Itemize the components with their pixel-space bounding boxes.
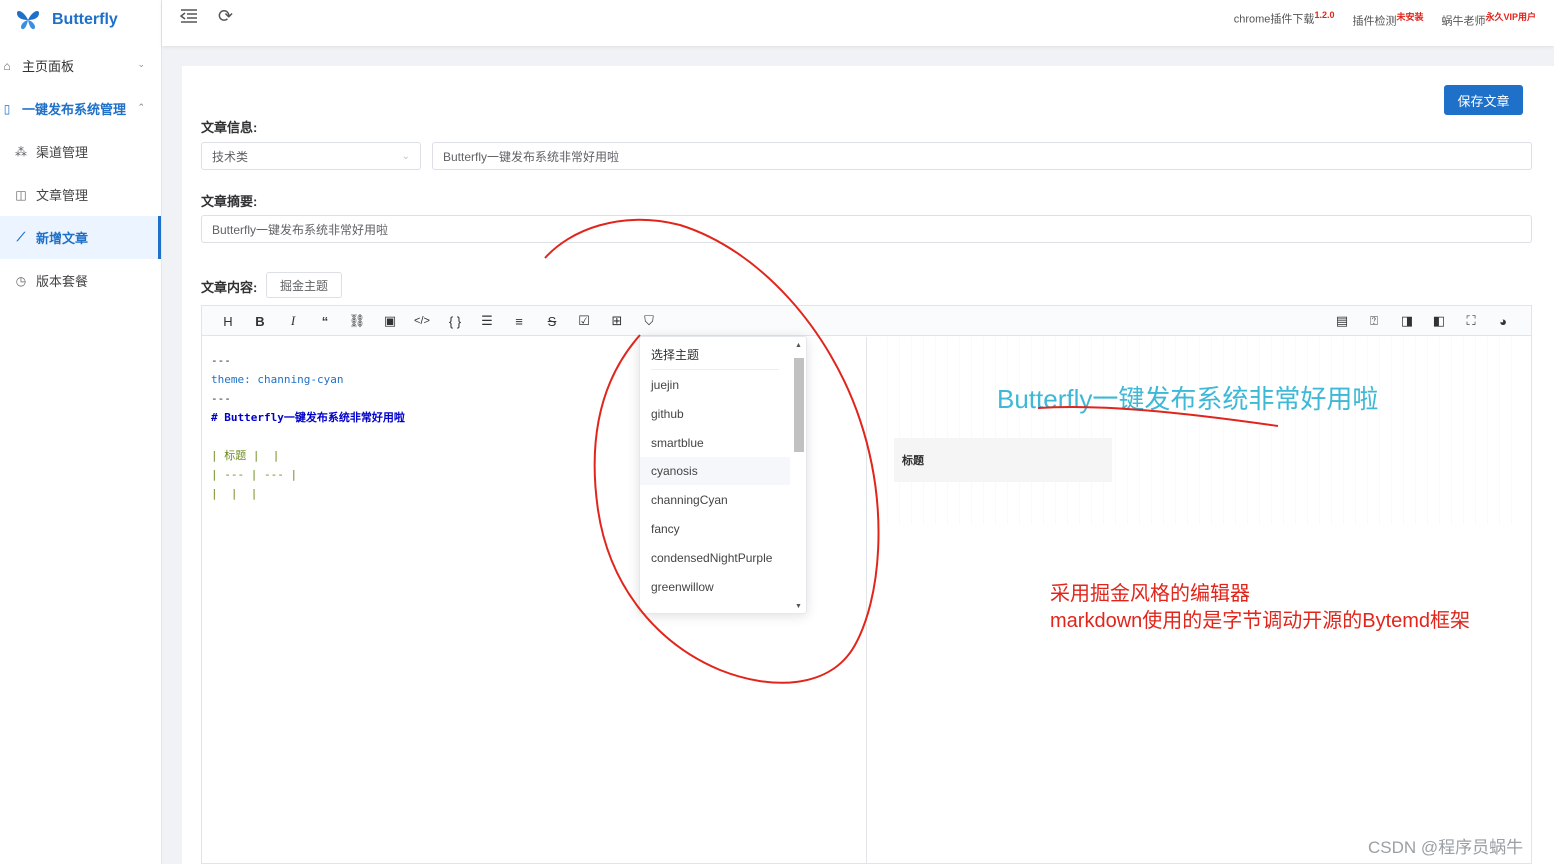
theme-option[interactable]: cyanosis [640, 457, 790, 485]
sidebar: Butterfly ⌂ 主页面板 ⌄ ▯ 一键发布系统管理 ⌃ ⁂ 渠道管理 ◫… [0, 0, 162, 864]
italic-icon[interactable]: I [284, 312, 302, 330]
chevron-up-icon: ⌃ [137, 102, 145, 112]
chrome-plugin-download-link[interactable]: chrome插件下载1.2.0 [1234, 10, 1335, 29]
preview-only-icon[interactable]: ◨ [1398, 312, 1416, 330]
butterfly-logo-icon [17, 11, 39, 30]
toc-icon[interactable]: ◧ [1430, 312, 1448, 330]
bold-icon[interactable]: B [251, 312, 269, 330]
preview-table: 标题 [894, 438, 1112, 482]
watermark: CSDN @程序员蜗牛 [1368, 838, 1524, 857]
link-icon[interactable]: ⛓ [348, 312, 366, 330]
image-icon[interactable]: ▣ [381, 312, 399, 330]
markdown-editor: H B I “ ⛓ ▣ </> { } ☰ ≡ S ☑ ⊞ ⛉ ▤ ⍰ ◨ ◧ … [201, 305, 1532, 864]
sidebar-item-publish-system[interactable]: ▯ 一键发布系统管理 ⌃ [0, 87, 161, 130]
fullscreen-icon[interactable]: ⛶ [1462, 312, 1480, 330]
table-icon[interactable]: ⊞ [608, 312, 626, 330]
chevron-down-icon: ⌄ [401, 151, 410, 162]
preview-table-header: 标题 [902, 455, 924, 467]
clock-icon: ◷ [15, 273, 27, 288]
chart-line-icon: ⟋ [16, 230, 26, 244]
heading-icon[interactable]: H [219, 312, 237, 330]
code-icon[interactable]: </> [413, 312, 431, 330]
user-menu[interactable]: 蜗牛老师永久VIP用户 [1441, 10, 1536, 29]
theme-option[interactable]: github [640, 400, 790, 428]
article-content-label: 文章内容: [201, 280, 258, 295]
annotation-text: 采用掘金风格的编辑器 [1050, 583, 1250, 605]
sidebar-item-new-article[interactable]: ⟋ 新增文章 [0, 216, 161, 259]
sidebar-item-plans[interactable]: ◷ 版本套餐 [0, 259, 161, 302]
ordered-list-icon[interactable]: ≡ [510, 312, 528, 330]
theme-option[interactable]: smartblue [640, 429, 790, 457]
app-name: Butterfly [52, 11, 118, 28]
theme-option[interactable]: fancy [640, 515, 790, 543]
sidebar-item-label: 新增文章 [36, 231, 89, 246]
theme-select-dropdown: 选择主题 juejin github smartblue cyanosis ch… [639, 336, 807, 614]
book-icon: ◫ [15, 187, 27, 202]
plugin-check-link[interactable]: 插件检测未安装 [1352, 10, 1423, 29]
editor-toolbar: H B I “ ⛓ ▣ </> { } ☰ ≡ S ☑ ⊞ ⛉ ▤ ⍰ ◨ ◧ … [202, 306, 1531, 336]
theme-shirt-icon[interactable]: ⛉ [640, 312, 658, 330]
sidebar-item-label: 主页面板 [22, 59, 75, 74]
dropdown-scrollbar[interactable]: ▲ ▼ [792, 342, 805, 610]
sidebar-item-label: 版本套餐 [36, 274, 89, 289]
category-select[interactable]: 技术类 ⌄ [201, 142, 421, 170]
article-summary-label: 文章摘要: [201, 194, 258, 209]
quote-icon[interactable]: “ [316, 312, 334, 330]
save-article-button[interactable]: 保存文章 [1444, 85, 1523, 115]
sidebar-item-label: 渠道管理 [36, 145, 89, 160]
annotation-text: markdown使用的是字节调动开源的Bytemd框架 [1050, 610, 1471, 632]
dropdown-header: 选择主题 [651, 346, 779, 370]
sidebar-item-label: 一键发布系统管理 [22, 102, 127, 117]
code-block-icon[interactable]: { } [446, 312, 464, 330]
theme-option[interactable]: juejin [640, 371, 790, 399]
sidebar-item-articles[interactable]: ◫ 文章管理 [0, 173, 161, 216]
scroll-down-icon[interactable]: ▼ [795, 603, 802, 610]
strikethrough-icon[interactable]: S [543, 312, 561, 330]
sidebar-item-channels[interactable]: ⁂ 渠道管理 [0, 130, 161, 173]
logo[interactable]: Butterfly [0, 0, 161, 40]
theme-option[interactable]: channingCyan [640, 486, 790, 514]
unordered-list-icon[interactable]: ☰ [478, 312, 496, 330]
theme-option[interactable]: condensedNightPurple [640, 544, 790, 572]
scrollbar-thumb[interactable] [794, 358, 804, 452]
article-info-label: 文章信息: [201, 120, 258, 135]
article-form-card: 保存文章 文章信息: 技术类 ⌄ Butterfly一键发布系统非常好用啦 文章… [182, 66, 1554, 864]
theme-option[interactable]: greenwillow [640, 573, 790, 601]
github-icon[interactable]: ◕ [1494, 312, 1512, 330]
share-icon: ⁂ [15, 144, 27, 159]
folder-icon: ▯ [3, 101, 11, 116]
preview-heading: Butterfly一键发布系统非常好用啦 [997, 384, 1379, 414]
chevron-down-icon: ⌄ [137, 59, 145, 69]
help-icon[interactable]: ⍰ [1365, 312, 1383, 330]
collapse-menu-icon[interactable] [179, 8, 202, 28]
home-icon: ⌂ [3, 58, 11, 73]
article-summary-input[interactable]: Butterfly一键发布系统非常好用啦 [201, 215, 1532, 243]
write-only-icon[interactable]: ▤ [1333, 312, 1351, 330]
sidebar-item-dashboard[interactable]: ⌂ 主页面板 ⌄ [0, 44, 161, 87]
sidebar-item-label: 文章管理 [36, 188, 89, 203]
article-title-input[interactable]: Butterfly一键发布系统非常好用啦 [432, 142, 1532, 170]
juejin-theme-button[interactable]: 掘金主题 [266, 272, 343, 298]
task-list-icon[interactable]: ☑ [575, 312, 593, 330]
preview-theme-background [876, 337, 1521, 525]
scroll-up-icon[interactable]: ▲ [795, 342, 802, 349]
refresh-icon[interactable]: ⟳ [218, 6, 240, 26]
top-header: ⟳ chrome插件下载1.2.0 插件检测未安装 蜗牛老师永久VIP用户 [162, 0, 1554, 46]
